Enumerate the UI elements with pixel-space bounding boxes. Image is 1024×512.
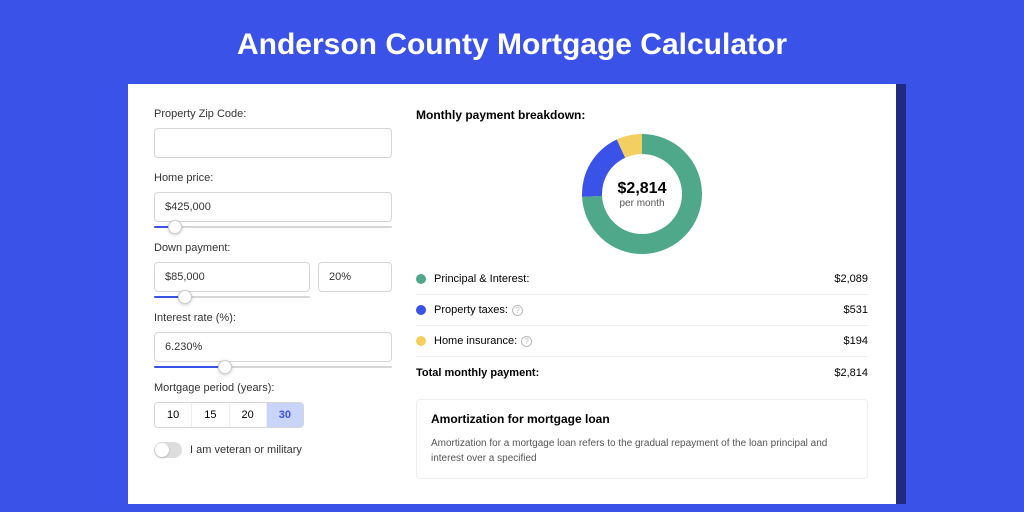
breakdown-panel: Monthly payment breakdown: $2,814 per mo… bbox=[398, 84, 896, 504]
interest-input[interactable]: 6.230% bbox=[154, 332, 392, 362]
veteran-label: I am veteran or military bbox=[190, 444, 302, 456]
veteran-row: I am veteran or military bbox=[154, 442, 398, 458]
slider-handle[interactable] bbox=[168, 220, 182, 234]
down-payment-input[interactable]: $85,000 bbox=[154, 262, 310, 292]
period-group: Mortgage period (years): 10152030 bbox=[154, 382, 398, 428]
legend-value: $194 bbox=[844, 335, 868, 347]
breakdown-heading: Monthly payment breakdown: bbox=[416, 108, 868, 122]
calculator-card: Property Zip Code: Home price: $425,000 … bbox=[128, 84, 896, 504]
period-option-10[interactable]: 10 bbox=[155, 403, 192, 427]
form-panel: Property Zip Code: Home price: $425,000 … bbox=[128, 84, 398, 504]
down-payment-pct-input[interactable]: 20% bbox=[318, 262, 392, 292]
amortization-card: Amortization for mortgage loan Amortizat… bbox=[416, 399, 868, 479]
donut-sub: per month bbox=[619, 198, 664, 209]
period-option-15[interactable]: 15 bbox=[192, 403, 229, 427]
legend: Principal & Interest:$2,089Property taxe… bbox=[416, 264, 868, 357]
legend-dot bbox=[416, 274, 426, 284]
zip-label: Property Zip Code: bbox=[154, 108, 398, 120]
home-price-label: Home price: bbox=[154, 172, 398, 184]
donut-amount: $2,814 bbox=[618, 180, 667, 198]
legend-dot bbox=[416, 336, 426, 346]
slider-handle[interactable] bbox=[218, 360, 232, 374]
down-payment-slider[interactable] bbox=[154, 296, 310, 298]
total-value: $2,814 bbox=[834, 367, 868, 379]
donut-chart: $2,814 per month bbox=[582, 134, 702, 254]
legend-value: $531 bbox=[844, 304, 868, 316]
toggle-knob bbox=[155, 443, 169, 457]
zip-group: Property Zip Code: bbox=[154, 108, 398, 158]
interest-slider[interactable] bbox=[154, 366, 392, 368]
legend-row: Property taxes:?$531 bbox=[416, 295, 868, 326]
donut-chart-wrap: $2,814 per month bbox=[416, 132, 868, 264]
zip-input[interactable] bbox=[154, 128, 392, 158]
legend-row: Home insurance:?$194 bbox=[416, 326, 868, 357]
period-selector: 10152030 bbox=[154, 402, 304, 428]
info-icon[interactable]: ? bbox=[521, 336, 532, 347]
down-payment-group: Down payment: $85,000 20% bbox=[154, 242, 398, 298]
legend-label: Property taxes:? bbox=[434, 304, 844, 316]
home-price-slider[interactable] bbox=[154, 226, 392, 228]
home-price-group: Home price: $425,000 bbox=[154, 172, 398, 228]
legend-value: $2,089 bbox=[834, 273, 868, 285]
amortization-body: Amortization for a mortgage loan refers … bbox=[431, 436, 853, 466]
donut-center: $2,814 per month bbox=[606, 158, 678, 230]
slider-handle[interactable] bbox=[178, 290, 192, 304]
amortization-title: Amortization for mortgage loan bbox=[431, 412, 853, 426]
legend-label: Home insurance:? bbox=[434, 335, 844, 347]
period-label: Mortgage period (years): bbox=[154, 382, 398, 394]
interest-label: Interest rate (%): bbox=[154, 312, 398, 324]
down-payment-label: Down payment: bbox=[154, 242, 398, 254]
period-option-20[interactable]: 20 bbox=[230, 403, 267, 427]
total-row: Total monthly payment: $2,814 bbox=[416, 357, 868, 391]
veteran-toggle[interactable] bbox=[154, 442, 182, 458]
legend-label: Principal & Interest: bbox=[434, 273, 834, 285]
home-price-input[interactable]: $425,000 bbox=[154, 192, 392, 222]
legend-row: Principal & Interest:$2,089 bbox=[416, 264, 868, 295]
total-label: Total monthly payment: bbox=[416, 367, 834, 379]
period-option-30[interactable]: 30 bbox=[267, 403, 303, 427]
info-icon[interactable]: ? bbox=[512, 305, 523, 316]
page-title: Anderson County Mortgage Calculator bbox=[0, 0, 1024, 84]
interest-group: Interest rate (%): 6.230% bbox=[154, 312, 398, 368]
legend-dot bbox=[416, 305, 426, 315]
